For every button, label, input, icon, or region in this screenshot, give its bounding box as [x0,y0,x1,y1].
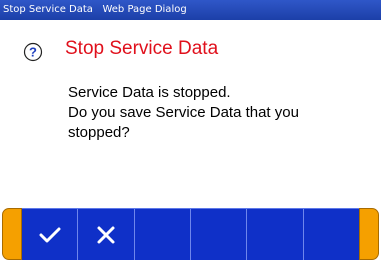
function-button-6[interactable] [302,209,359,260]
function-key-bar [0,206,381,262]
dialog-content: ? Stop Service Data Service Data is stop… [0,20,381,206]
function-buttons [22,208,359,260]
cross-icon [96,225,116,245]
function-button-4[interactable] [189,209,246,260]
toolbar-left-cap [2,208,22,260]
confirm-button[interactable] [22,209,77,260]
window-title-bar[interactable]: Stop Service Data Web Page Dialog [0,0,381,20]
cancel-button[interactable] [77,209,133,260]
svg-text:?: ? [29,45,37,60]
toolbar-right-cap [359,208,379,260]
message-line: stopped? [68,124,130,141]
checkmark-icon [39,226,61,244]
dialog-message: Service Data is stopped. Do you save Ser… [68,83,299,143]
message-line: Do you save Service Data that you [68,104,299,121]
function-button-3[interactable] [133,209,190,260]
dialog-heading: Stop Service Data [65,38,219,59]
message-line: Service Data is stopped. [68,84,231,101]
question-icon: ? [23,42,43,62]
function-button-5[interactable] [246,209,302,260]
